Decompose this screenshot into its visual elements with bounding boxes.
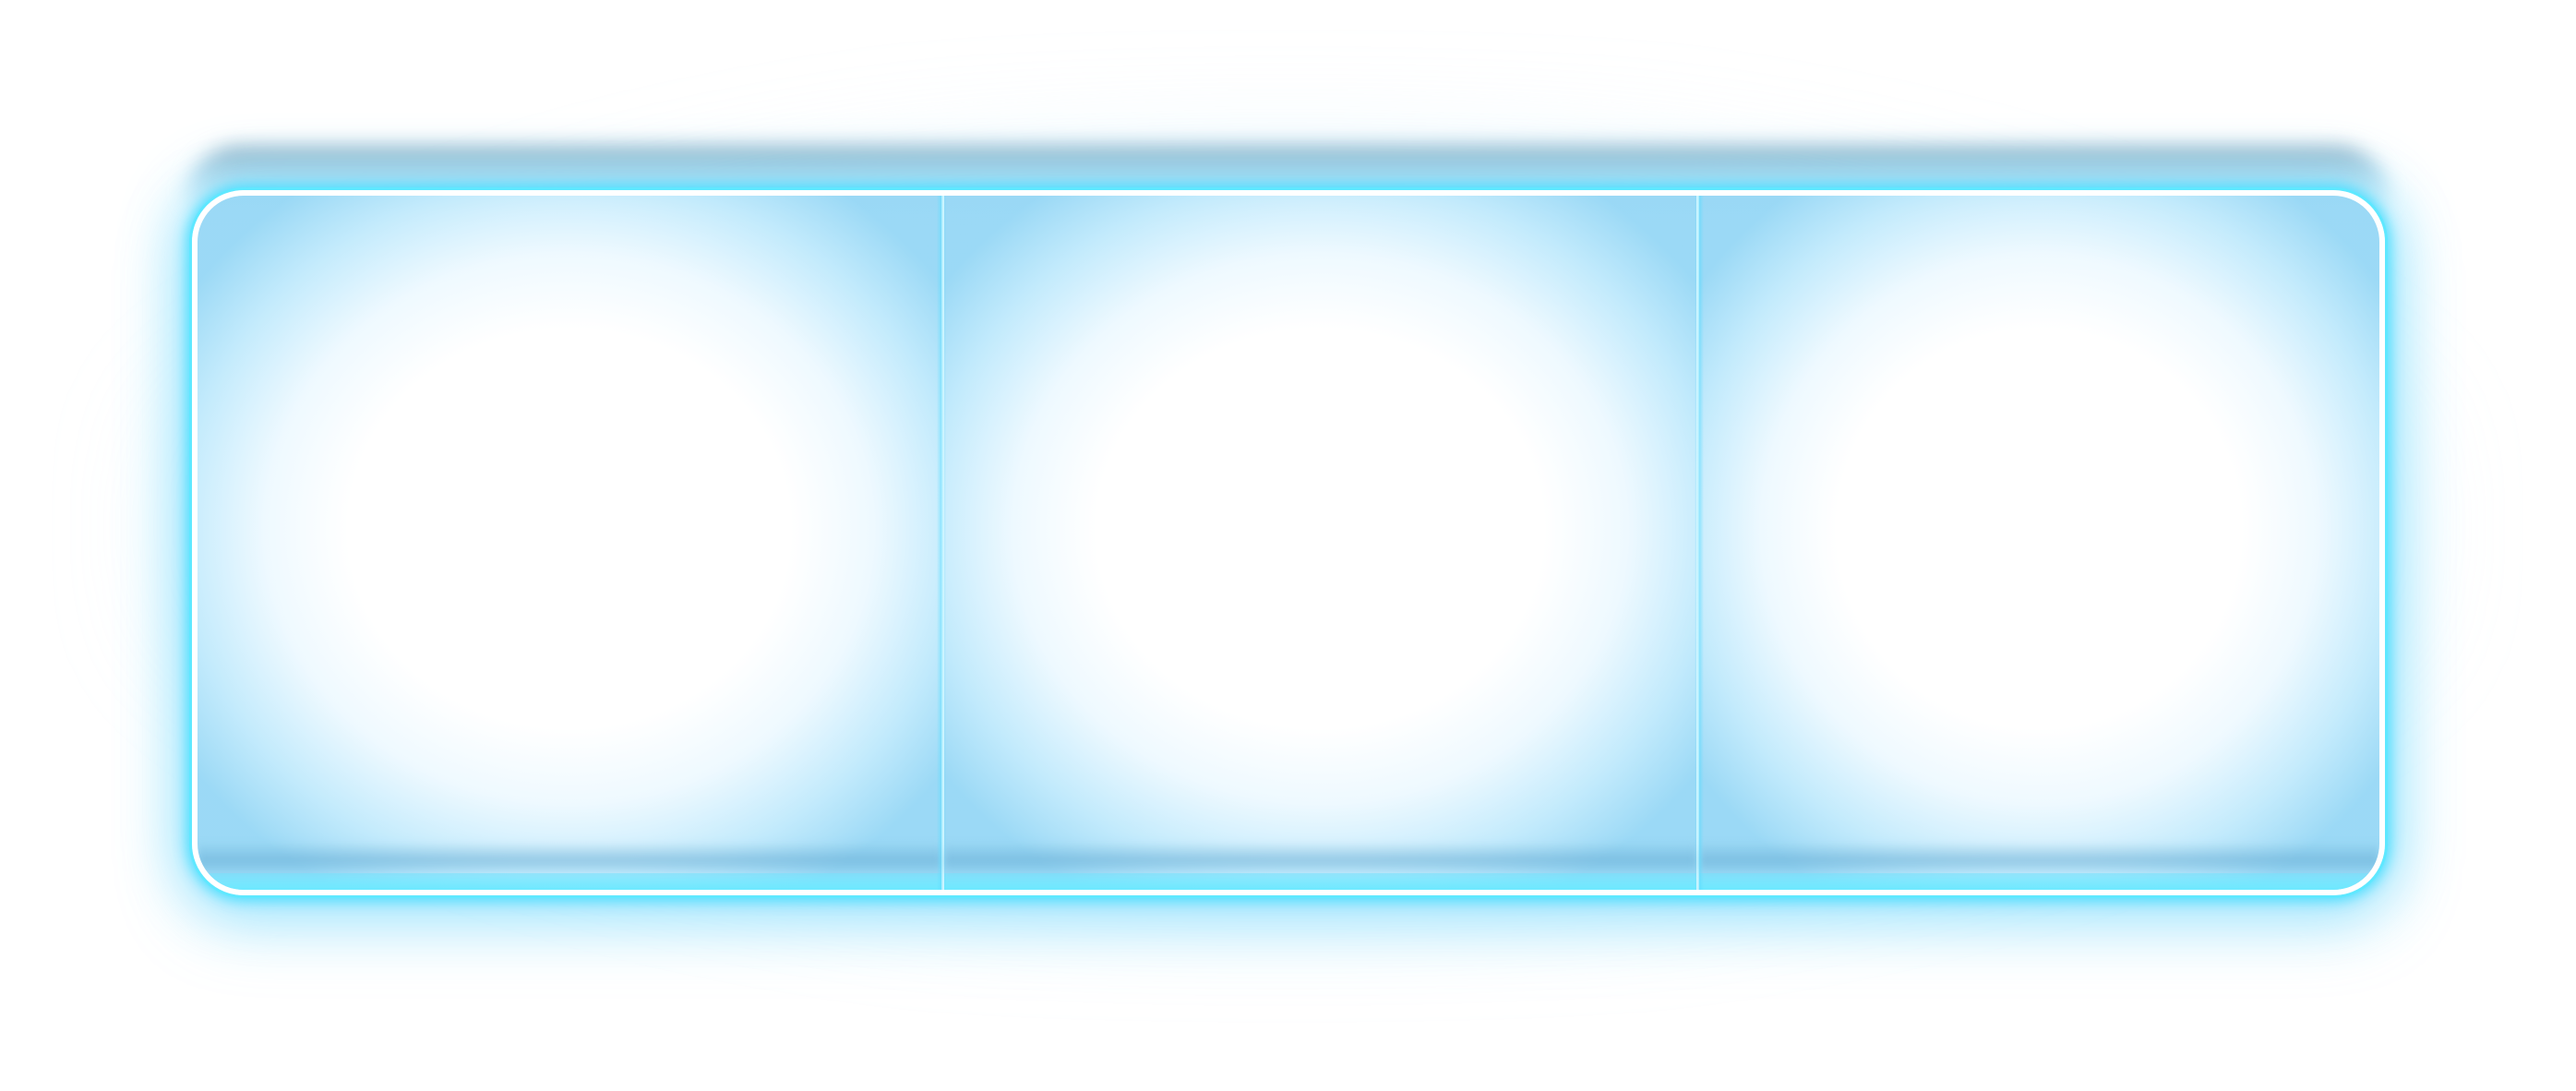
- segment-1[interactable]: [198, 196, 941, 890]
- segment-3[interactable]: [1696, 196, 2379, 890]
- segment-2[interactable]: [941, 196, 1696, 890]
- segmented-control: [192, 190, 2385, 895]
- canvas: [0, 0, 2576, 1091]
